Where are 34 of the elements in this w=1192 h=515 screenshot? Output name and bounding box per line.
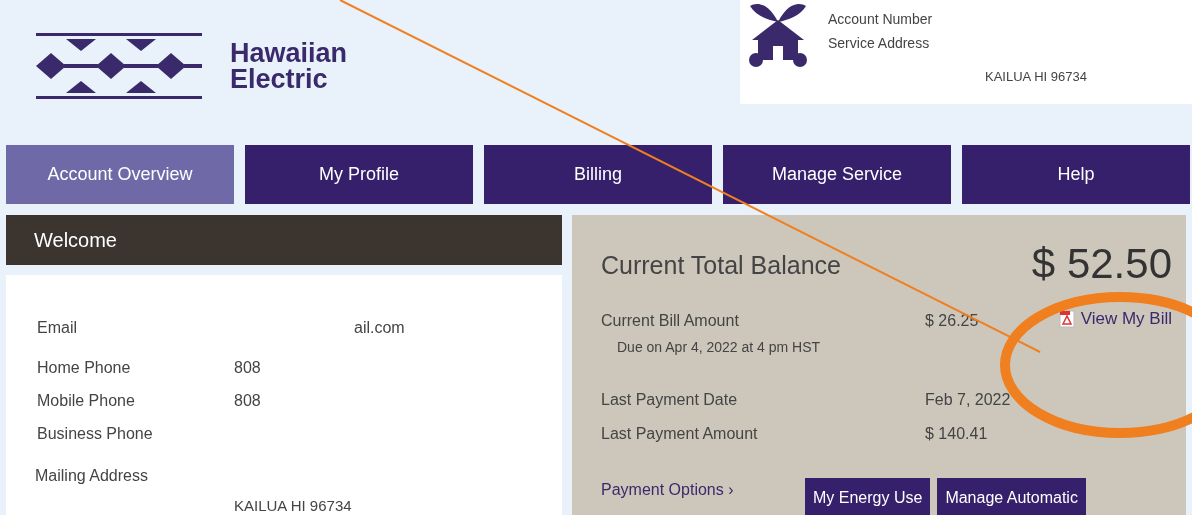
pdf-icon	[1058, 310, 1075, 328]
nav-tab[interactable]: My Profile	[245, 145, 473, 204]
nav-tab[interactable]: Help	[962, 145, 1190, 204]
service-address: KAILUA HI 96734	[984, 68, 1087, 86]
brand-name: Electric	[230, 66, 329, 92]
bill-label: Current Bill Amount	[601, 311, 740, 331]
payment-value: $ 140.41	[925, 424, 988, 444]
field-value: 808	[234, 357, 261, 378]
field-label: Home Phone	[37, 357, 132, 378]
due-date: Due on Apr 4, 2022 at 4 pm HST	[616, 338, 822, 357]
field-label: Mailing Address	[35, 467, 148, 484]
welcome-header: Welcome	[6, 215, 562, 265]
field-label: Business Phone	[37, 423, 154, 444]
field-label: Email	[37, 317, 78, 338]
field-value: KAILUA HI 96734	[234, 497, 352, 514]
brand-name: Hawaiian	[230, 40, 348, 66]
account-label: Service Address	[828, 34, 931, 53]
payment-label: Last Payment Amount	[601, 424, 759, 444]
payment-options-link[interactable]: Payment Options ›	[601, 478, 805, 502]
nav-tab[interactable]: Manage Service	[723, 145, 951, 204]
field-value: ail.com	[353, 317, 405, 338]
account-label: Account Number	[828, 10, 934, 29]
payment-label: Last Payment Date	[601, 390, 739, 410]
action-button[interactable]: My Energy Use	[805, 478, 931, 515]
view-bill-link[interactable]: View My Bill	[1058, 309, 1172, 329]
field-label: Mobile Phone	[37, 390, 136, 411]
balance-title: Current Total Balance	[601, 250, 841, 281]
field-value: 808	[234, 390, 261, 411]
logo-icon	[36, 31, 202, 101]
nav-tab[interactable]: Account Overview	[6, 145, 234, 204]
balance-amount: $ 52.50	[1031, 243, 1172, 285]
payment-value: Feb 7, 2022	[925, 390, 1011, 410]
nav-tab[interactable]: Billing	[484, 145, 712, 204]
action-button[interactable]: Manage Automatic	[937, 478, 1086, 515]
